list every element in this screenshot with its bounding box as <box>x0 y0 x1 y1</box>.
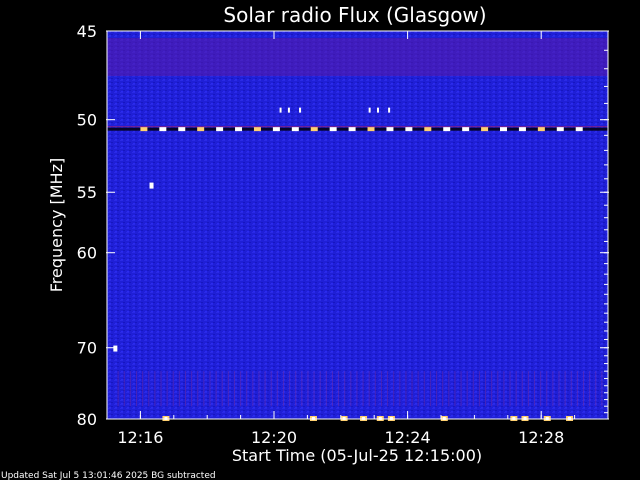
elevated-band-top <box>107 38 608 76</box>
y-tick-label: 55 <box>77 183 97 202</box>
y-tick-label: 60 <box>77 244 97 263</box>
chart-title: Solar radio Flux (Glasgow) <box>223 3 486 27</box>
x-tick-label: 12:16 <box>117 428 163 447</box>
band-blip <box>348 127 356 132</box>
burst-mark <box>299 107 302 113</box>
spectrogram-background <box>107 31 608 419</box>
band-blip <box>178 127 186 132</box>
y-tick-label: 80 <box>77 410 97 429</box>
band-blip <box>197 127 205 132</box>
spot-mark <box>113 345 118 352</box>
band-blip <box>329 127 337 132</box>
spot-mark <box>149 182 154 189</box>
plot-area <box>106 30 609 421</box>
band-blip <box>481 127 489 132</box>
band-blip <box>537 127 545 132</box>
spectrogram-chart: Solar radio Flux (Glasgow) 455055607080 … <box>1 3 609 480</box>
band-blip <box>386 127 394 132</box>
band-blip <box>140 127 148 132</box>
band-blip <box>556 127 564 132</box>
band-blip <box>443 127 451 132</box>
band-blip <box>367 127 375 132</box>
y-axis-label: Frequency [MHz] <box>47 158 66 292</box>
update-timestamp: Updated Sat Jul 5 13:01:46 2025 BG subtr… <box>1 471 216 480</box>
burst-mark <box>388 107 391 113</box>
y-tick-label: 45 <box>77 22 97 41</box>
burst-mark <box>368 107 371 113</box>
band-blip <box>291 127 299 132</box>
band-blip <box>518 127 526 132</box>
x-tick-label: 12:28 <box>518 428 564 447</box>
x-tick-label: 12:24 <box>385 428 431 447</box>
y-tick-label: 70 <box>77 339 97 358</box>
band-blip <box>462 127 470 132</box>
burst-mark <box>376 107 379 113</box>
interference-band-edge <box>107 126 608 128</box>
band-blip <box>235 127 243 132</box>
band-blip <box>575 127 583 132</box>
y-tick-label: 50 <box>77 111 97 130</box>
band-blip <box>500 127 508 132</box>
band-blip <box>424 127 432 132</box>
band-blip <box>253 127 261 132</box>
band-blip <box>310 127 318 132</box>
x-axis-label: Start Time (05-Jul-25 12:15:00) <box>232 446 482 465</box>
burst-mark <box>287 107 290 113</box>
x-tick-label: 12:20 <box>251 428 297 447</box>
band-blip <box>216 127 224 132</box>
band-blip <box>272 127 280 132</box>
burst-mark <box>279 107 282 113</box>
band-blip <box>159 127 167 132</box>
band-blip <box>405 127 413 132</box>
